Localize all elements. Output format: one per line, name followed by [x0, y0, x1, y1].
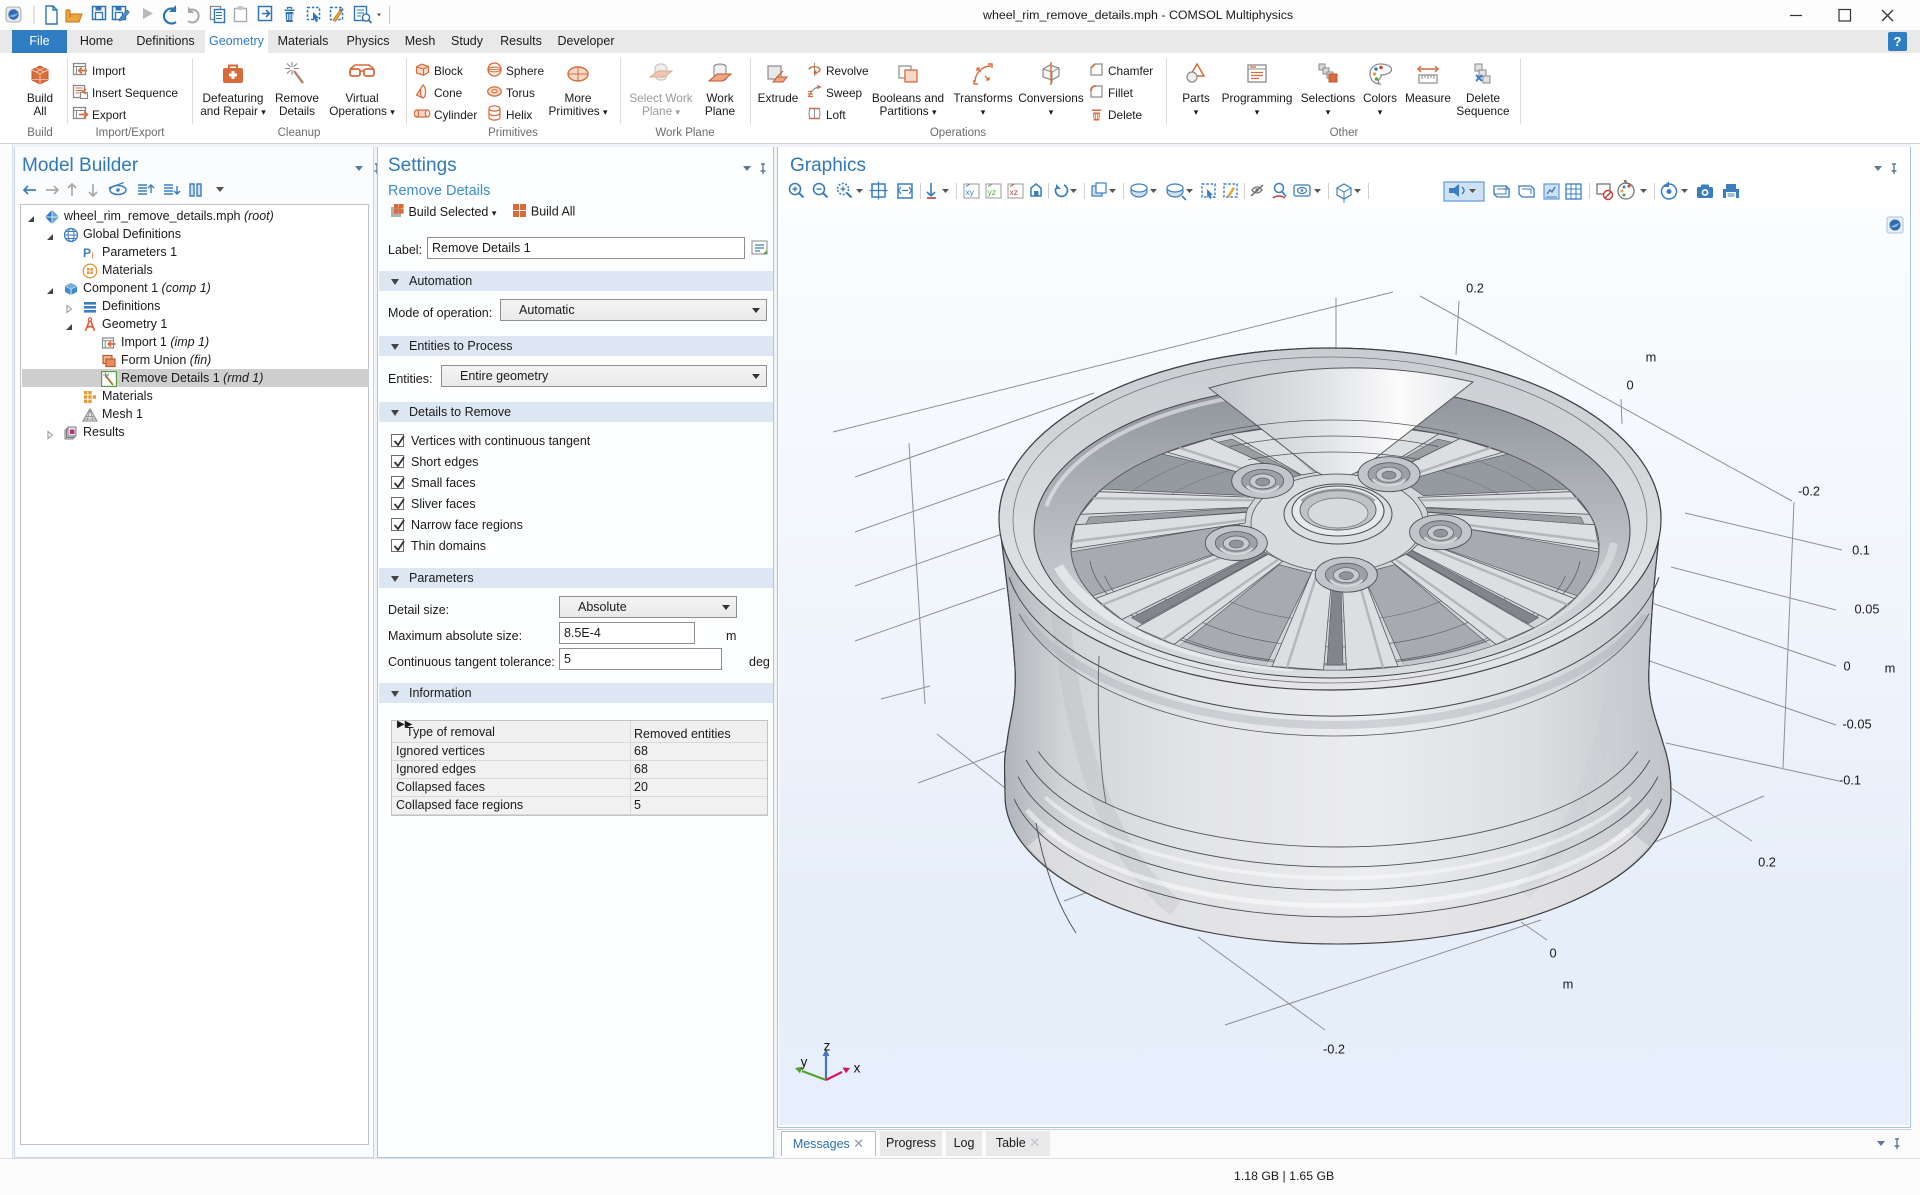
svg-text:-0.1: -0.1 — [1839, 773, 1861, 788]
svg-text:m: m — [1563, 977, 1574, 992]
svg-text:-0.2: -0.2 — [1323, 1042, 1345, 1057]
svg-text:0.2: 0.2 — [1466, 281, 1484, 296]
svg-text:0.2: 0.2 — [1758, 855, 1776, 870]
svg-text:xy: xy — [966, 187, 975, 197]
svg-text:0: 0 — [1843, 659, 1850, 674]
svg-text:-0.05: -0.05 — [1842, 717, 1871, 732]
svg-text:yz: yz — [988, 187, 997, 197]
svg-text:xz: xz — [1010, 187, 1019, 197]
svg-text:0.05: 0.05 — [1855, 602, 1880, 617]
svg-text:P: P — [83, 246, 91, 260]
svg-text:i: i — [92, 250, 94, 260]
svg-text:-0.2: -0.2 — [1798, 484, 1820, 499]
svg-text:m: m — [1646, 350, 1657, 365]
svg-text:z: z — [824, 1039, 831, 1054]
svg-text:0.1: 0.1 — [1852, 543, 1870, 558]
svg-text:0: 0 — [1626, 378, 1633, 393]
svg-text:0: 0 — [1549, 946, 1556, 961]
svg-text:y: y — [801, 1055, 808, 1070]
svg-text:x: x — [854, 1061, 861, 1076]
svg-text:m: m — [1885, 661, 1896, 676]
